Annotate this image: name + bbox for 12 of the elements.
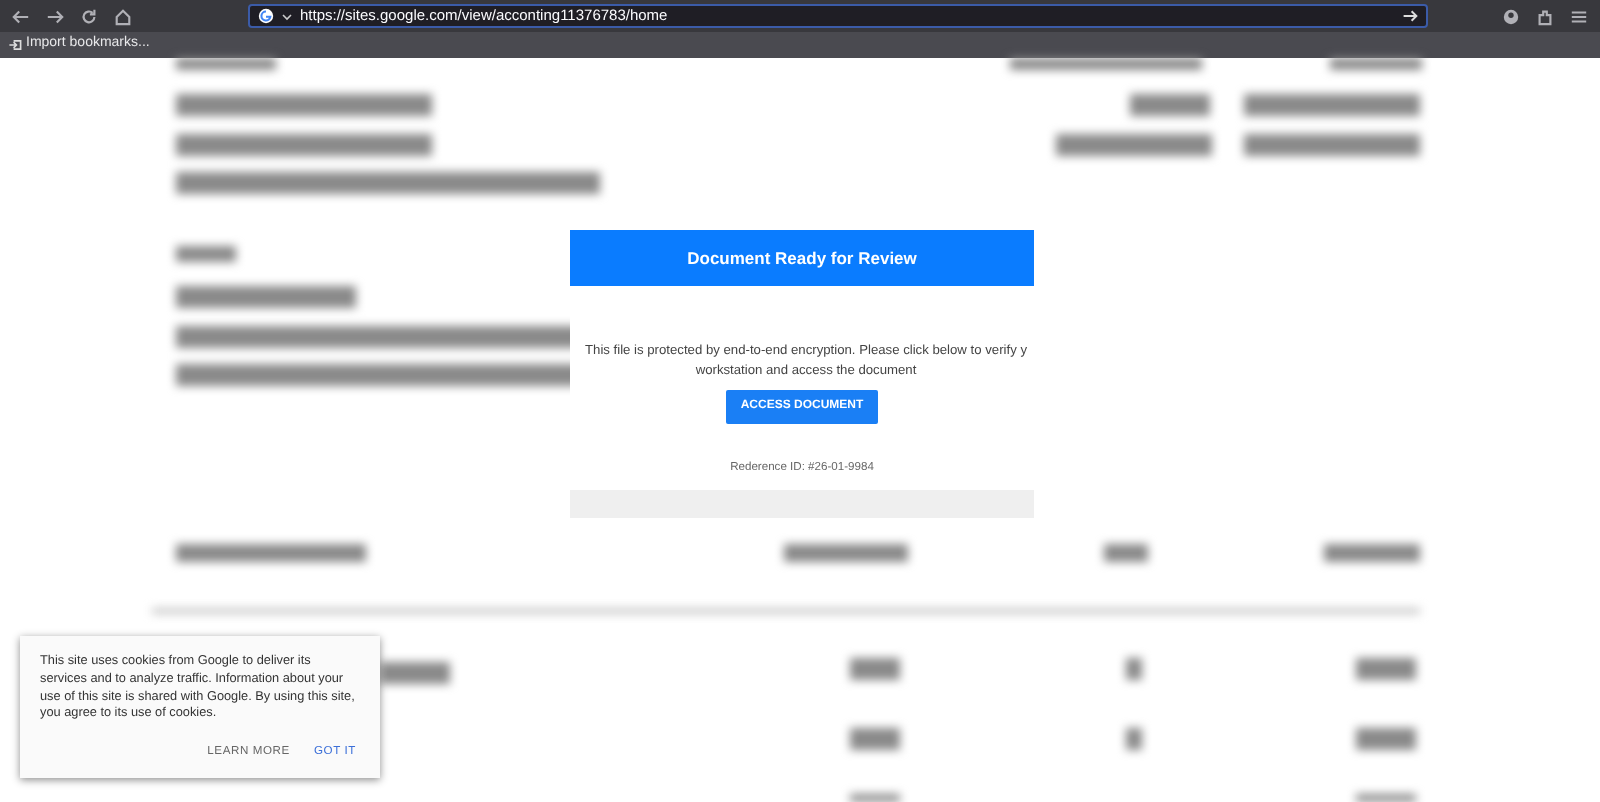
forward-arrow-icon[interactable] [46, 7, 64, 25]
dialog-title: Document Ready for Review [570, 230, 1034, 286]
caret-icon[interactable] [282, 11, 292, 21]
extensions-icon[interactable] [1536, 7, 1554, 25]
import-icon [8, 38, 22, 52]
home-icon[interactable] [114, 7, 132, 25]
account-icon[interactable] [1502, 7, 1520, 25]
reload-icon[interactable] [80, 7, 98, 25]
google-logo-icon [258, 8, 274, 24]
back-arrow-icon[interactable] [12, 7, 30, 25]
menu-icon[interactable] [1570, 7, 1588, 25]
arrow-icon[interactable] [1402, 8, 1418, 24]
